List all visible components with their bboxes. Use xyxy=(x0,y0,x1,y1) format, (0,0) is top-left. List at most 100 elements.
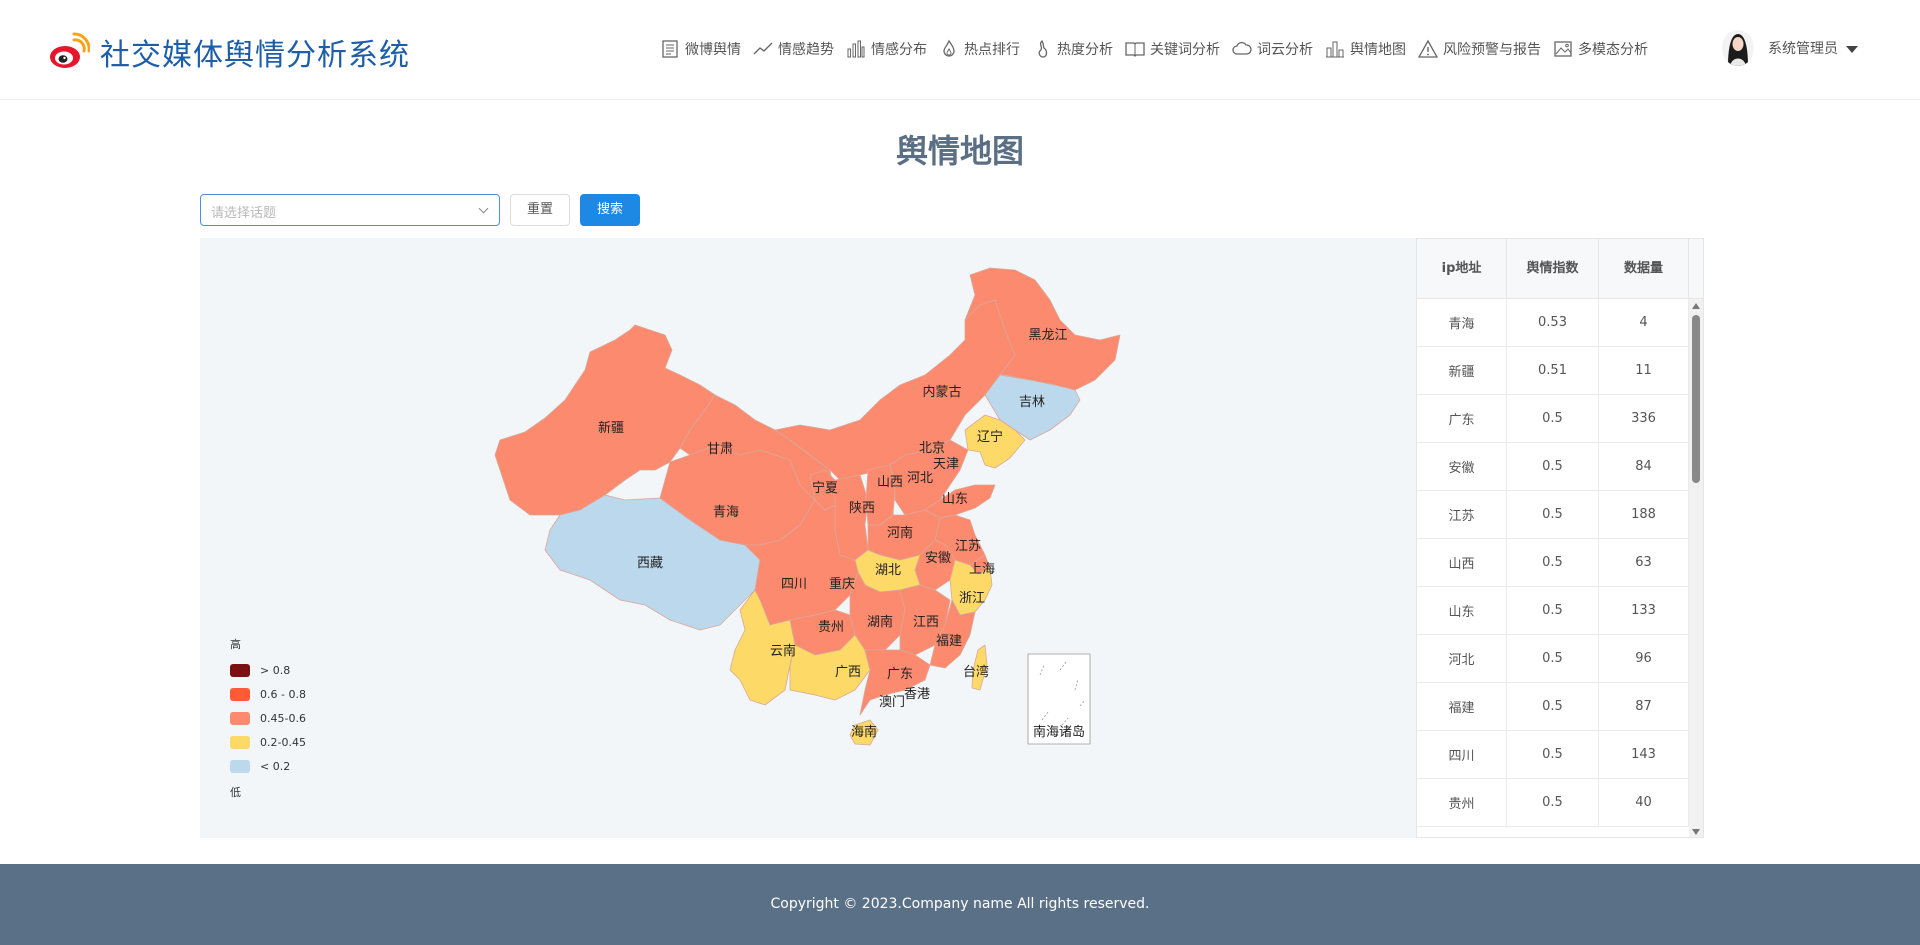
topic-select[interactable]: 请选择话题 xyxy=(200,194,500,226)
province-label: 新疆 xyxy=(598,420,624,436)
table-scrollbar[interactable] xyxy=(1689,299,1703,837)
nav-item-hot-rank[interactable]: 热点排行 xyxy=(939,39,1020,59)
nav-label: 热度分析 xyxy=(1057,42,1113,58)
table-row[interactable]: 河北 0.5 96 xyxy=(1417,635,1703,683)
legend-high-label: 高 xyxy=(230,638,241,651)
table-row[interactable]: 广东 0.5 336 xyxy=(1417,395,1703,443)
nav-item-distribution[interactable]: 情感分布 xyxy=(846,39,927,59)
province-neimenggu[interactable] xyxy=(774,299,1016,481)
user-menu[interactable]: 系统管理员 xyxy=(1722,30,1858,66)
table-row[interactable]: 安徽 0.5 84 xyxy=(1417,443,1703,491)
user-name: 系统管理员 xyxy=(1768,41,1838,57)
column-header-ip[interactable]: ip地址 xyxy=(1417,239,1507,298)
table-row[interactable]: 山东 0.5 133 xyxy=(1417,587,1703,635)
table-row[interactable]: 福建 0.5 87 xyxy=(1417,683,1703,731)
page-title: 舆情地图 xyxy=(895,132,1024,170)
table-row[interactable]: 青海 0.53 4 xyxy=(1417,299,1703,347)
table-row[interactable]: 山西 0.5 63 xyxy=(1417,539,1703,587)
nav-item-multimodal[interactable]: 多模态分析 xyxy=(1553,39,1648,59)
brand[interactable]: 社交媒体舆情分析系统 xyxy=(48,30,410,74)
nav-item-heat[interactable]: 热度分析 xyxy=(1032,39,1113,59)
top-header: 社交媒体舆情分析系统 微博舆情 情感趋势 情感分布 热点排行 热度分析 关键词分… xyxy=(0,0,1920,100)
nav-item-risk[interactable]: 风险预警与报告 xyxy=(1418,39,1541,59)
legend-item-label: < 0.2 xyxy=(260,759,291,773)
cloud-icon xyxy=(1232,41,1252,55)
app-title: 社交媒体舆情分析系统 xyxy=(100,38,410,73)
legend-swatch xyxy=(230,711,250,725)
province-label: 安徽 xyxy=(925,551,951,566)
cell-count: 40 xyxy=(1599,779,1689,826)
scroll-up-icon[interactable] xyxy=(1692,303,1700,309)
cell-count: 133 xyxy=(1599,587,1689,634)
nav-label: 情感趋势 xyxy=(778,42,834,58)
legend-item[interactable]: < 0.2 xyxy=(230,754,306,778)
province-label: 湖南 xyxy=(867,614,893,630)
table-body[interactable]: 青海 0.53 4 新疆 0.51 11 广东 0.5 336 安徽 0.5 84 江苏 0.5 1… xyxy=(1417,299,1703,827)
scroll-thumb[interactable] xyxy=(1692,315,1700,483)
table-row[interactable]: 江苏 0.5 188 xyxy=(1417,491,1703,539)
caret-down-icon xyxy=(1846,45,1858,53)
reset-button[interactable]: 重置 xyxy=(510,194,570,226)
data-table: ip地址 舆情指数 数据量 青海 0.53 4 新疆 0.51 11 广东 0.5 336 … xyxy=(1416,238,1704,838)
legend-item[interactable]: 0.6 - 0.8 xyxy=(230,682,306,706)
cell-count: 11 xyxy=(1599,347,1689,394)
legend-item[interactable]: 0.45-0.6 xyxy=(230,706,306,730)
cell-index: 0.53 xyxy=(1507,299,1599,346)
table-row[interactable]: 新疆 0.51 11 xyxy=(1417,347,1703,395)
nav-item-wordcloud[interactable]: 词云分析 xyxy=(1232,39,1313,59)
nav-label: 热点排行 xyxy=(964,42,1020,58)
legend-item[interactable]: 0.2-0.45 xyxy=(230,730,306,754)
province-label: 台湾 xyxy=(963,664,989,680)
table-row[interactable]: 四川 0.5 143 xyxy=(1417,731,1703,779)
province-label: 澳门 xyxy=(879,694,905,710)
nav-item-keyword[interactable]: 关键词分析 xyxy=(1125,39,1220,59)
nav-item-map[interactable]: 舆情地图 xyxy=(1325,39,1406,59)
flame-icon xyxy=(943,39,955,57)
cell-region: 山东 xyxy=(1417,587,1507,634)
province-shanxi[interactable] xyxy=(865,464,896,526)
search-button[interactable]: 搜索 xyxy=(580,194,640,226)
province-label: 上海 xyxy=(969,562,995,577)
province-label: 湖北 xyxy=(875,563,901,578)
cell-index: 0.5 xyxy=(1507,731,1599,778)
province-label: 福建 xyxy=(936,634,962,649)
legend-swatch xyxy=(230,687,250,701)
province-label: 天津 xyxy=(933,457,959,472)
nav-label: 情感分布 xyxy=(871,42,927,58)
province-label: 江西 xyxy=(913,615,939,630)
cell-index: 0.5 xyxy=(1507,443,1599,490)
province-label: 山西 xyxy=(877,475,903,490)
cell-region: 河北 xyxy=(1417,635,1507,682)
cell-region: 贵州 xyxy=(1417,779,1507,826)
document-icon xyxy=(662,40,678,58)
trend-line-icon xyxy=(753,42,773,55)
nav-item-trend[interactable]: 情感趋势 xyxy=(753,39,834,59)
legend-item[interactable]: > 0.8 xyxy=(230,658,306,682)
cell-region: 四川 xyxy=(1417,731,1507,778)
main-nav: 微博舆情 情感趋势 情感分布 热点排行 热度分析 关键词分析 词云分析 舆情地图… xyxy=(660,36,1648,62)
nav-label: 关键词分析 xyxy=(1150,42,1220,58)
footer: Copyright © 2023.Company name All rights… xyxy=(0,864,1920,945)
cell-count: 63 xyxy=(1599,539,1689,586)
province-label: 甘肃 xyxy=(707,442,733,457)
province-label: 四川 xyxy=(781,577,807,592)
legend-swatch xyxy=(230,735,250,749)
province-label: 海南 xyxy=(851,724,877,740)
nav-item-weibo[interactable]: 微博舆情 xyxy=(660,39,741,59)
cell-index: 0.5 xyxy=(1507,539,1599,586)
table-row[interactable]: 贵州 0.5 40 xyxy=(1417,779,1703,827)
column-header-index[interactable]: 舆情指数 xyxy=(1507,239,1599,298)
cell-region: 山西 xyxy=(1417,539,1507,586)
cell-region: 江苏 xyxy=(1417,491,1507,538)
china-map[interactable]: 黑龙江 内蒙古 吉林 辽宁 新疆 甘肃 北京 天津 宁夏 山西 河北 山东 青海… xyxy=(200,238,1416,838)
cell-count: 336 xyxy=(1599,395,1689,442)
nav-label: 多模态分析 xyxy=(1578,42,1648,58)
cell-count: 188 xyxy=(1599,491,1689,538)
column-header-count[interactable]: 数据量 xyxy=(1599,239,1689,298)
scroll-down-icon[interactable] xyxy=(1692,829,1700,835)
cell-region: 安徽 xyxy=(1417,443,1507,490)
province-label: 香港 xyxy=(904,687,930,702)
legend-swatch xyxy=(230,663,250,677)
cell-region: 广东 xyxy=(1417,395,1507,442)
cell-count: 4 xyxy=(1599,299,1689,346)
